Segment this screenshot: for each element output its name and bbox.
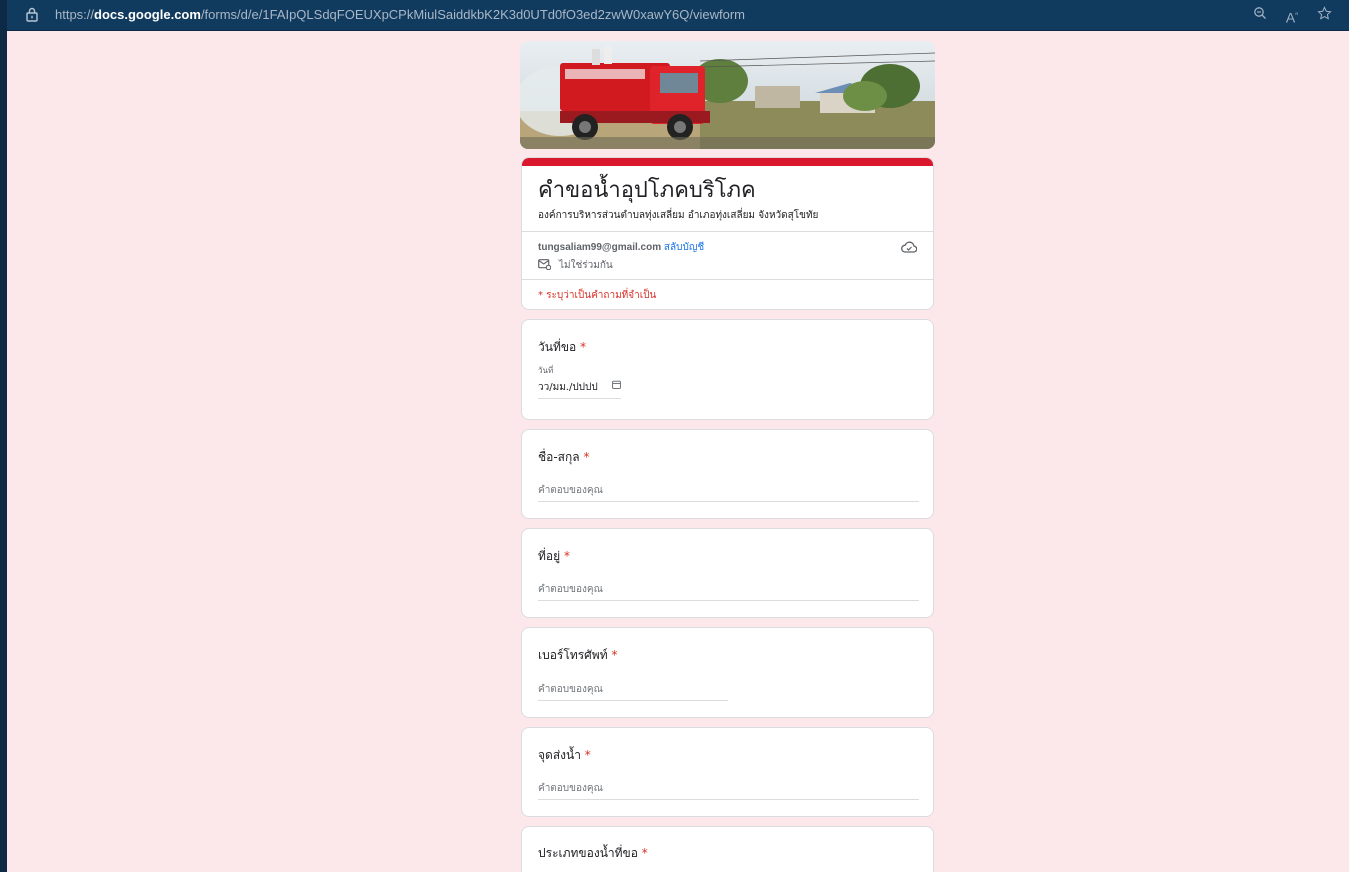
required-star: * [641,846,648,860]
question-card-delivery-point: จุดส่งน้ำ * คำตอบของคุณ [521,727,934,817]
question-card-water-type: ประเภทของน้ำที่ขอ * [521,826,934,872]
question-title: วันที่ขอ * [538,338,586,357]
url-path: /forms/d/e/1FAIpQLSdqFOEUXpCPkMiulSaiddk… [200,7,746,22]
favorite-star-icon[interactable] [1315,6,1333,24]
question-label: ประเภทของน้ำที่ขอ [538,846,638,860]
calendar-icon[interactable] [612,380,621,395]
not-shared-text: ไม่ใช่ร่วมกัน [559,260,613,271]
divider [522,279,933,280]
required-star: * [583,450,590,464]
question-label: เบอร์โทรศัพท์ [538,648,608,662]
account-info: tungsaliam99@gmail.com สลับบัญชี [538,240,704,255]
required-star: * [611,648,618,662]
question-title: ชื่อ-สกุล * [538,448,589,467]
required-note: * ระบุว่าเป็นคำถามที่จำเป็น [538,290,657,301]
required-star: * [563,549,570,563]
required-star: * [584,748,591,762]
form-header-card: คำขอน้ำอุปโภคบริโภค องค์การบริหารส่วนตำบ… [521,157,934,310]
date-sublabel: วันที่ [538,366,554,375]
question-card-phone: เบอร์โทรศัพท์ * คำตอบของคุณ [521,627,934,718]
url-prefix: https:// [55,7,95,22]
required-star: * [580,340,587,354]
question-label: ชื่อ-สกุล [538,450,580,464]
form-title: คำขอน้ำอุปโภคบริโภค [538,178,756,203]
question-title: จุดส่งน้ำ * [538,746,591,765]
divider [522,231,933,232]
form-description: องค์การบริหารส่วนตำบลทุ่งเสลี่ยม อำเภอทุ… [538,210,819,221]
zoom-icon[interactable] [1251,6,1269,24]
cloud-save-icon[interactable] [901,238,918,257]
url-domain: docs.google.com [94,7,201,22]
question-card-date: วันที่ขอ * วันที่ วว/มม./ปปปป [521,319,934,420]
question-label: วันที่ขอ [538,340,577,354]
question-title: เบอร์โทรศัพท์ * [538,646,617,665]
lock-icon [25,7,39,22]
read-aloud-icon[interactable]: Aⁿ [1283,6,1301,26]
not-shared-icon [538,258,552,273]
account-email: tungsaliam99@gmail.com [538,242,662,253]
question-card-name: ชื่อ-สกุล * คำตอบของคุณ [521,429,934,519]
question-title: ประเภทของน้ำที่ขอ * [538,844,648,863]
question-label: ที่อยู่ [538,549,561,563]
url-text[interactable]: https://docs.google.com/forms/d/e/1FAIpQ… [55,7,745,22]
text-answer-input[interactable]: คำตอบของคุณ [538,483,919,502]
question-card-address: ที่อยู่ * คำตอบของคุณ [521,528,934,618]
question-title: ที่อยู่ * [538,547,570,566]
question-label: จุดส่งน้ำ [538,748,581,762]
not-shared-row: ไม่ใช่ร่วมกัน [538,258,613,273]
text-answer-input[interactable]: คำตอบของคุณ [538,682,728,701]
switch-account-link[interactable]: สลับบัญชี [664,242,704,253]
header-banner-image [520,41,935,149]
window-edge [0,0,7,872]
address-bar[interactable]: https://docs.google.com/forms/d/e/1FAIpQ… [7,0,1349,31]
date-input[interactable]: วว/มม./ปปปป [538,380,621,399]
text-answer-input[interactable]: คำตอบของคุณ [538,582,919,601]
date-value: วว/มม./ปปปป [538,382,598,393]
accent-bar [522,158,933,166]
text-answer-input[interactable]: คำตอบของคุณ [538,781,919,800]
